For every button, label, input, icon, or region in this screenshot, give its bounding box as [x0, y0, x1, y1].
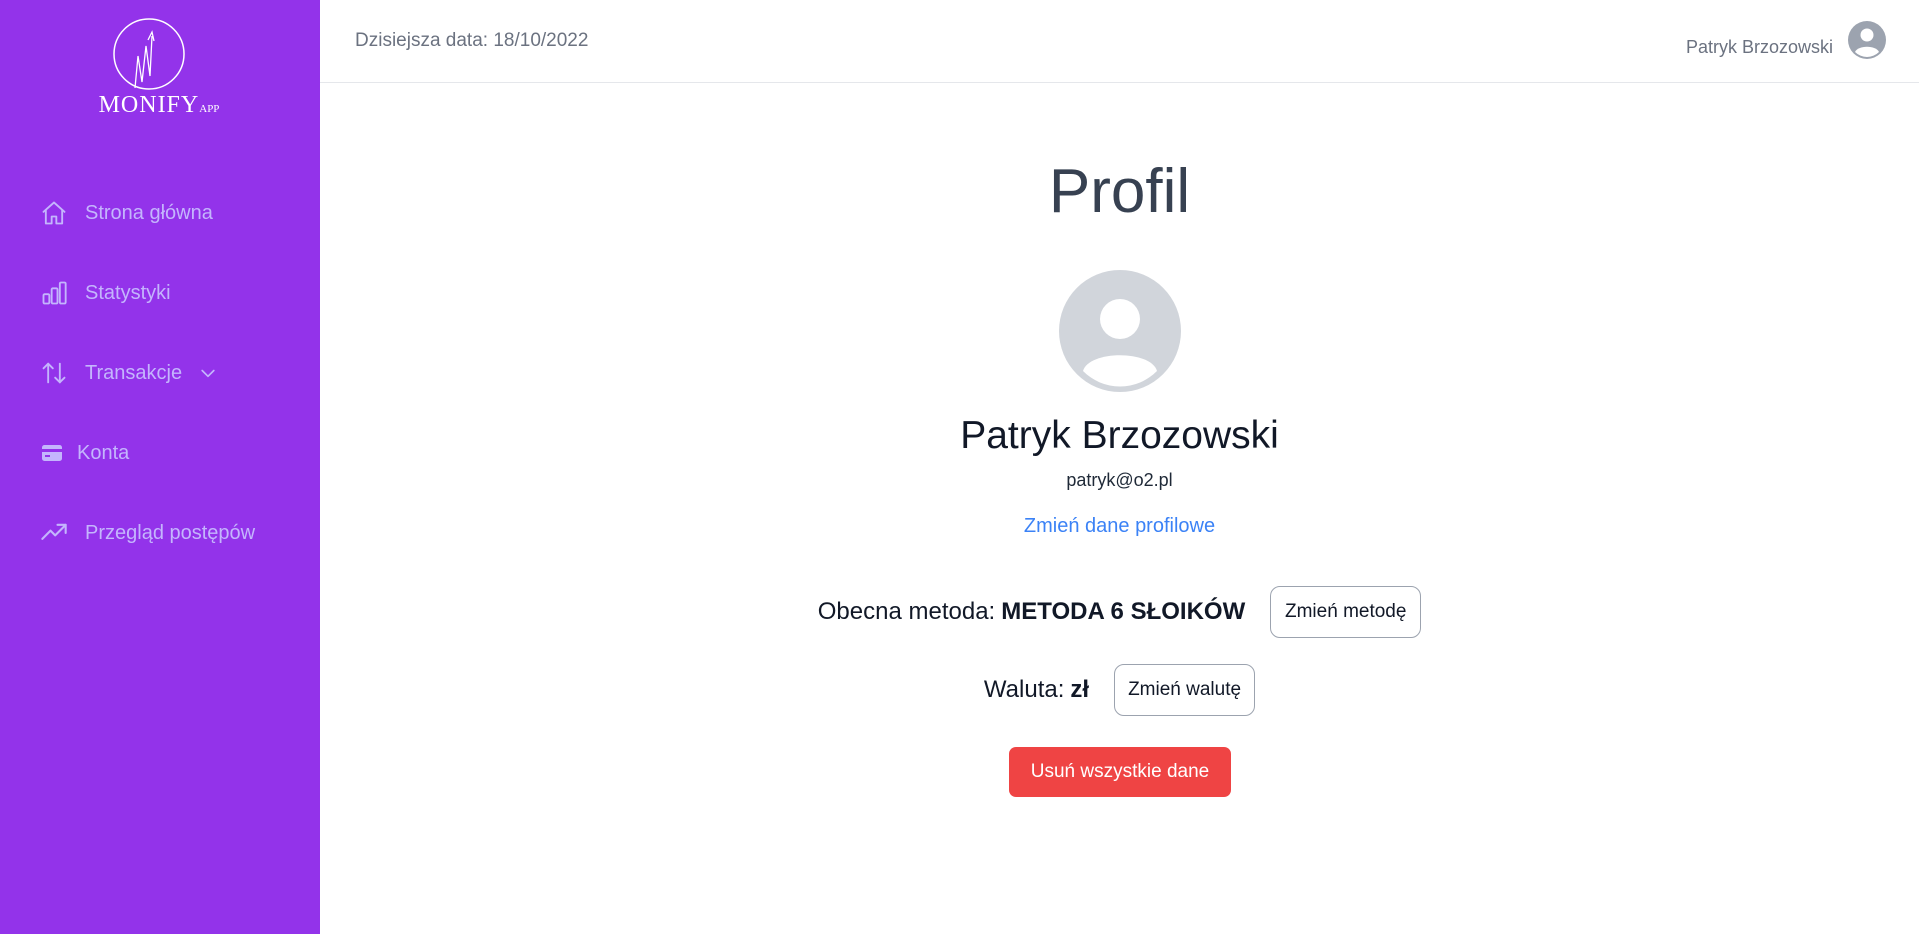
- currency-value: zł: [1070, 676, 1090, 703]
- profile-page: Profil Patryk Brzozowski patryk@o2.pl Zm…: [320, 84, 1919, 934]
- sidebar-item-label: Statystyki: [85, 281, 171, 304]
- sidebar-item-statistics[interactable]: Statystyki: [40, 276, 171, 310]
- currency-row: Waluta: zł Zmień walutę: [320, 664, 1919, 716]
- sidebar-item-transactions[interactable]: Transakcje: [40, 356, 218, 390]
- chevron-down-icon[interactable]: [198, 363, 218, 383]
- sidebar-item-progress[interactable]: Przegląd postępów: [40, 516, 255, 550]
- home-icon: [42, 201, 66, 225]
- change-currency-button[interactable]: Zmień walutę: [1114, 664, 1256, 716]
- change-method-button[interactable]: Zmień metodę: [1270, 586, 1422, 638]
- arrows-up-down-icon: [42, 362, 66, 384]
- sidebar-item-label: Transakcje: [85, 361, 183, 384]
- sidebar-item-home[interactable]: Strona główna: [40, 196, 213, 230]
- app-logo[interactable]: MONIFYAPP: [90, 16, 228, 124]
- header-user-name[interactable]: Patryk Brzozowski: [1686, 37, 1833, 58]
- trending-up-icon: [41, 523, 67, 540]
- user-avatar-icon[interactable]: [1847, 20, 1887, 60]
- sidebar: MONIFYAPP Strona główna Statystyki Trans…: [0, 0, 320, 934]
- method-value: METODA 6 SŁOIKÓW: [1001, 598, 1246, 625]
- sidebar-item-label: Konta: [77, 441, 130, 464]
- sidebar-item-accounts[interactable]: Konta: [40, 436, 129, 470]
- top-bar: Dzisiejsza data: 18/10/2022 Patryk Brzoz…: [320, 0, 1919, 83]
- bar-chart-icon: [42, 281, 67, 305]
- budget-method-row: Obecna metoda: METODA 6 SŁOIKÓW Zmień me…: [320, 586, 1919, 638]
- profile-avatar-icon: [1059, 270, 1181, 392]
- profile-email: patryk@o2.pl: [1066, 470, 1173, 490]
- page-title: Profil: [1048, 157, 1191, 226]
- current-date: Dzisiejsza data: 18/10/2022: [355, 30, 589, 51]
- sidebar-item-label: Przegląd postępów: [85, 521, 256, 544]
- logo-text: MONIFYAPP: [98, 92, 220, 118]
- delete-all-data-button[interactable]: Usuń wszystkie dane: [1009, 747, 1231, 797]
- profile-name: Patryk Brzozowski: [960, 414, 1279, 457]
- credit-card-icon: [42, 445, 62, 461]
- sidebar-item-label: Strona główna: [85, 201, 213, 224]
- edit-profile-link[interactable]: Zmień dane profilowe: [1024, 515, 1215, 537]
- currency-label: Waluta:: [983, 676, 1065, 703]
- method-label: Obecna metoda:: [817, 598, 996, 625]
- logo-emblem-icon: [113, 18, 185, 90]
